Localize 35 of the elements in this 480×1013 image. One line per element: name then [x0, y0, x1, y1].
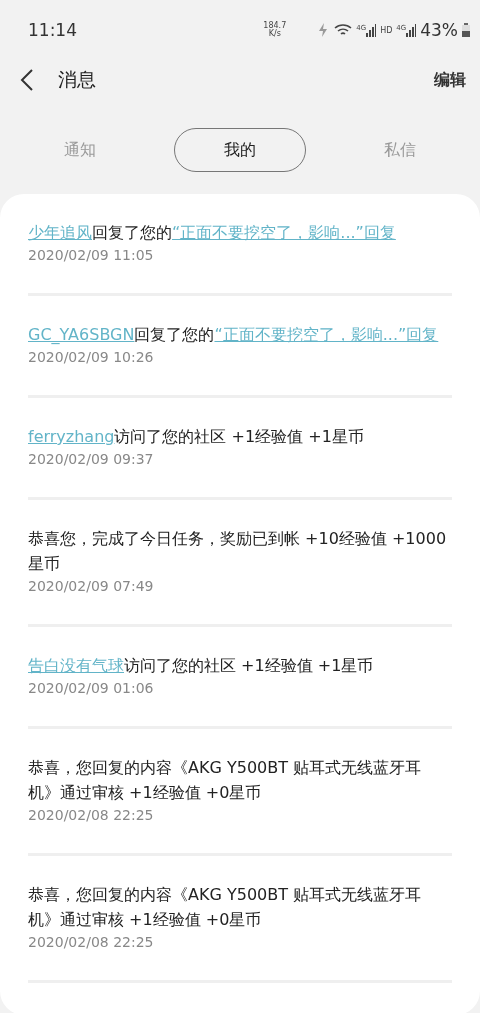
tab[interactable]: 通知	[14, 128, 146, 172]
battery-icon	[462, 23, 470, 37]
edit-button[interactable]: 编辑	[434, 69, 466, 91]
link[interactable]: “正面不要挖空了，影响...”回复	[172, 223, 396, 242]
battery-percent: 43%	[420, 20, 458, 40]
message-time: 2020/02/09 01:06	[28, 679, 155, 698]
link[interactable]: “正面不要挖空了，影响...”回复	[214, 325, 439, 344]
message-time: 2020/02/08 22:25	[28, 933, 155, 952]
clock-time: 11:14	[28, 20, 77, 40]
message-text: ferryzhang访问了您的社区 +1经验值 +1星币	[28, 426, 365, 448]
signal-icon	[366, 23, 377, 37]
link[interactable]: ferryzhang	[28, 427, 115, 446]
link[interactable]: 告白没有气球	[28, 656, 124, 675]
back-button[interactable]	[20, 69, 34, 91]
message-text: GC_YA6SBGN回复了您的“正面不要挖空了，影响...”回复	[28, 324, 440, 346]
link[interactable]: 少年追风	[28, 223, 92, 242]
message-text: 恭喜，您回复的内容《AKG Y500BT 贴耳式无线蓝牙耳机》通过审核 +1经验值 +0星币	[28, 757, 423, 804]
tab[interactable]: 私信	[334, 128, 466, 172]
message-time: 2020/02/09 09:37	[28, 450, 155, 469]
message-text: 少年追风回复了您的“正面不要挖空了，影响...”回复	[28, 222, 397, 244]
page-title: 消息	[58, 67, 97, 92]
message-time: 2020/02/08 22:25	[28, 806, 155, 825]
message-time: 2020/02/09 10:26	[28, 348, 155, 367]
signal-icon	[406, 23, 417, 37]
message-text: 恭喜，您回复的内容《AKG Y500BT 贴耳式无线蓝牙耳机》通过审核 +1经验值 +0星币	[28, 884, 423, 931]
speed-unit: K/s	[268, 30, 281, 38]
message-time: 2020/02/09 11:05	[28, 246, 155, 265]
link[interactable]: GC_YA6SBGN	[28, 325, 135, 344]
hd-label: HD	[380, 25, 393, 35]
message-text: 恭喜您，完成了今日任务，奖励已到帐 +10经验值 +1000星币	[28, 528, 448, 575]
back-icon	[20, 69, 34, 91]
message-time: 2020/02/09 07:49	[28, 577, 155, 596]
message-text: 告白没有气球访问了您的社区 +1经验值 +1星币	[28, 655, 375, 677]
wifi-icon	[334, 23, 353, 37]
speed-value: 184.7	[263, 22, 287, 30]
